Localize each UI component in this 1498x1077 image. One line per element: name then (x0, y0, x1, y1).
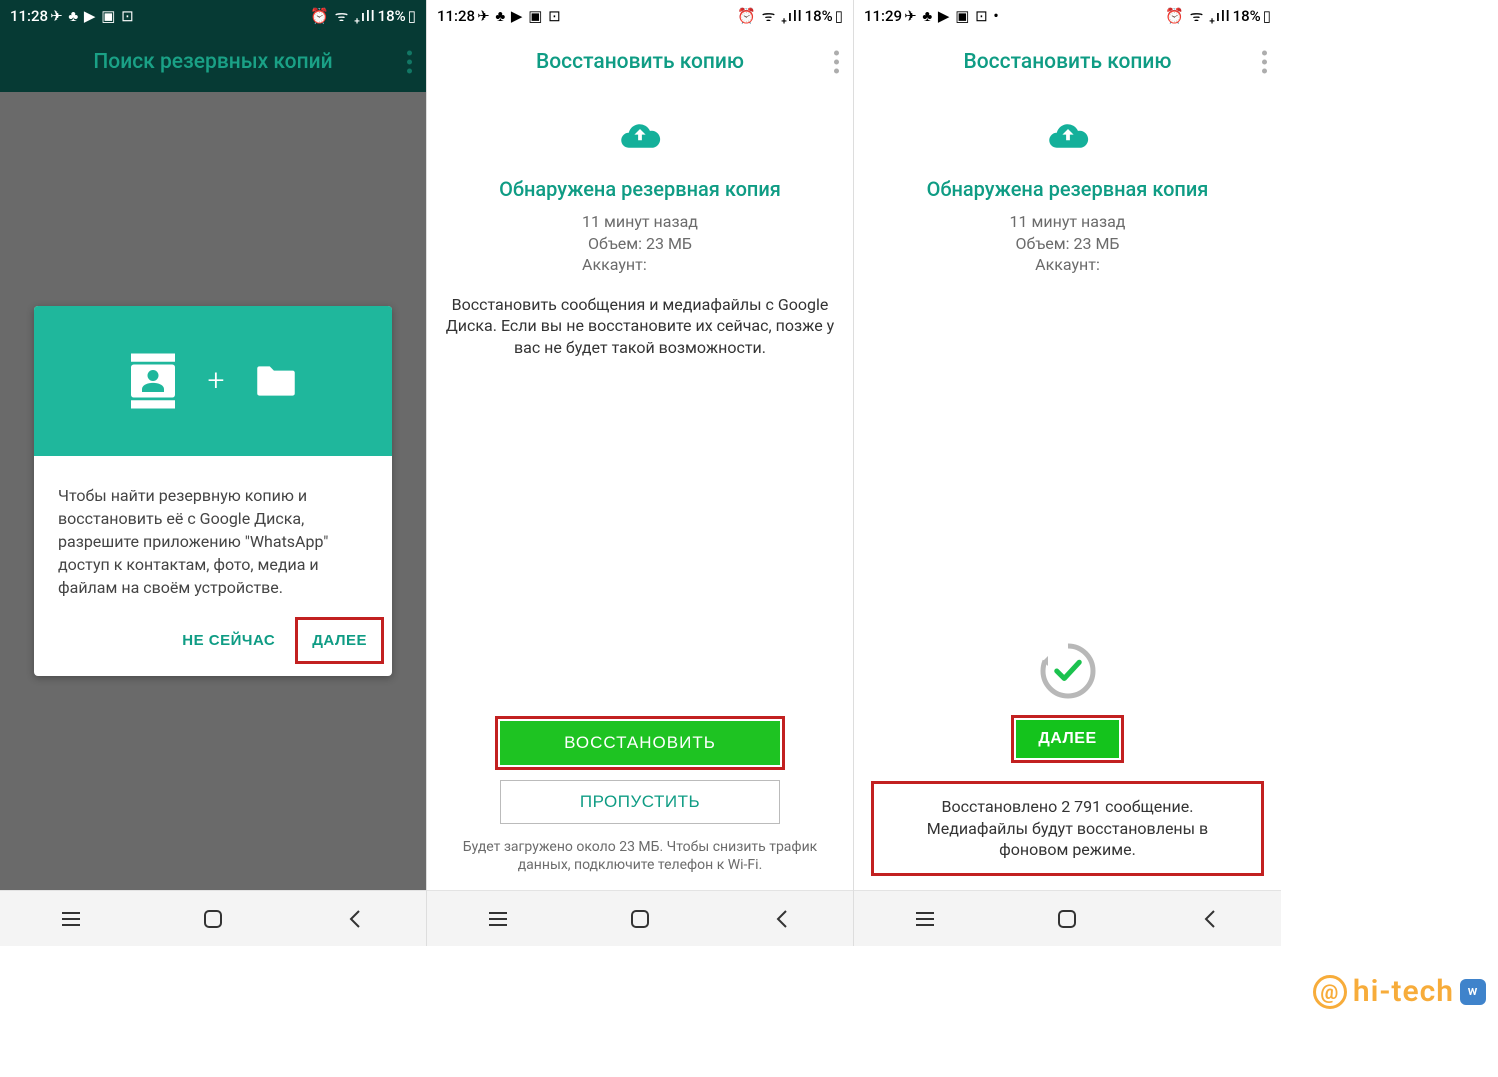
backup-meta: 11 минут назад Объем: 23 МБ Аккаунт: (1010, 211, 1126, 276)
screenshot-1: 11:28 ✈ ♣ ▶ ▣ ⊡ ⏰ ᯤ ₊ıll 18% ▯ Поиск рез… (0, 0, 427, 946)
watermark-vk-icon: w (1460, 979, 1486, 1005)
status-sys-icons: ⏰ ᯤ ₊ıll (737, 6, 802, 26)
folder-icon (246, 356, 306, 406)
status-battery: 18% (378, 7, 406, 25)
status-app-icons: ✈ ♣ ▶ ▣ ⊡ (50, 7, 135, 25)
app-bar: Поиск резервных копий (0, 32, 426, 92)
watermark: @ hi-tech w (1313, 974, 1486, 1009)
status-sys-icons: ⏰ ᯤ ₊ıll (310, 6, 375, 26)
backup-account: Аккаунт: (1010, 254, 1126, 276)
android-nav-bar (854, 890, 1281, 946)
status-app-icons: ✈ ♣ ▶ ▣ ⊡ • (904, 7, 1000, 25)
data-usage-note: Будет загружено около 23 МБ. Чтобы снизи… (427, 838, 853, 890)
backup-size: Объем: 23 МБ (582, 233, 698, 255)
restore-description: Восстановить сообщения и медиафайлы с Go… (427, 294, 853, 359)
battery-icon: ▯ (1263, 7, 1271, 25)
watermark-at-icon: @ (1313, 975, 1347, 1009)
more-options-icon[interactable] (834, 51, 839, 74)
backup-size: Объем: 23 МБ (1010, 233, 1126, 255)
android-nav-bar (0, 890, 426, 946)
watermark-text: hi-tech (1353, 974, 1454, 1009)
app-bar-title: Восстановить копию (536, 50, 744, 74)
backup-time: 11 минут назад (582, 211, 698, 233)
recent-apps-button[interactable] (481, 908, 515, 930)
status-bar: 11:28 ✈ ♣ ▶ ▣ ⊡ ⏰ ᯤ ₊ıll 18% ▯ (0, 0, 426, 32)
backup-meta: 11 минут назад Объем: 23 МБ Аккаунт: (582, 211, 698, 276)
highlight-box-result: Восстановлено 2 791 сообщение. Медиафайл… (871, 781, 1264, 876)
more-options-icon[interactable] (1262, 51, 1267, 74)
status-app-icons: ✈ ♣ ▶ ▣ ⊡ (477, 7, 562, 25)
home-button[interactable] (1050, 908, 1084, 930)
status-battery: 18% (1233, 7, 1261, 25)
recent-apps-button[interactable] (908, 908, 942, 930)
back-button[interactable] (765, 908, 799, 930)
screen-body: + Чтобы найти резервную копию и восстано… (0, 92, 426, 890)
backup-time: 11 минут назад (1010, 211, 1126, 233)
backup-found-headline: Обнаружена резервная копия (499, 177, 781, 201)
home-button[interactable] (623, 908, 657, 930)
next-button[interactable]: ДАЛЕЕ (300, 622, 379, 659)
status-time: 11:29 (864, 7, 902, 25)
status-bar: 11:28 ✈ ♣ ▶ ▣ ⊡ ⏰ ᯤ ₊ıll 18% ▯ (427, 0, 853, 32)
status-battery: 18% (805, 7, 833, 25)
next-button[interactable]: ДАЛЕЕ (1016, 720, 1118, 758)
card-illustration: + (34, 306, 392, 456)
cloud-upload-icon (1038, 114, 1098, 159)
home-button[interactable] (196, 908, 230, 930)
screen-body: Обнаружена резервная копия 11 минут наза… (427, 92, 853, 890)
contacts-icon (120, 348, 186, 414)
status-bar: 11:29 ✈ ♣ ▶ ▣ ⊡ • ⏰ ᯤ ₊ıll 18% ▯ (854, 0, 1281, 32)
restore-result: Восстановлено 2 791 сообщение. Медиафайл… (876, 786, 1259, 871)
status-sys-icons: ⏰ ᯤ ₊ıll (1165, 6, 1230, 26)
restore-button[interactable]: ВОССТАНОВИТЬ (500, 721, 780, 765)
success-check-icon (1038, 641, 1098, 701)
skip-button[interactable]: ПРОПУСТИТЬ (500, 780, 780, 824)
highlight-box: ДАЛЕЕ (1011, 715, 1123, 763)
not-now-button[interactable]: НЕ СЕЙЧАС (170, 617, 287, 664)
screenshot-3: 11:29 ✈ ♣ ▶ ▣ ⊡ • ⏰ ᯤ ₊ıll 18% ▯ Восстан… (854, 0, 1281, 946)
back-button[interactable] (1193, 908, 1227, 930)
status-time: 11:28 (437, 7, 475, 25)
app-bar-title: Поиск резервных копий (93, 50, 332, 74)
card-message: Чтобы найти резервную копию и восстанови… (34, 456, 392, 618)
highlight-box: ДАЛЕЕ (295, 617, 384, 664)
plus-icon: + (208, 363, 225, 398)
recent-apps-button[interactable] (54, 908, 88, 930)
battery-icon: ▯ (835, 7, 843, 25)
app-bar-title: Восстановить копию (964, 50, 1172, 74)
highlight-box: ВОССТАНОВИТЬ (495, 716, 785, 770)
battery-icon: ▯ (408, 7, 416, 25)
status-time: 11:28 (10, 7, 48, 25)
screen-body: Обнаружена резервная копия 11 минут наза… (854, 92, 1281, 890)
back-button[interactable] (338, 908, 372, 930)
screenshot-2: 11:28 ✈ ♣ ▶ ▣ ⊡ ⏰ ᯤ ₊ıll 18% ▯ Восстанов… (427, 0, 854, 946)
backup-found-headline: Обнаружена резервная копия (927, 177, 1209, 201)
android-nav-bar (427, 890, 853, 946)
app-bar: Восстановить копию (854, 32, 1281, 92)
more-options-icon[interactable] (407, 51, 412, 74)
cloud-upload-icon (610, 114, 670, 159)
app-bar: Восстановить копию (427, 32, 853, 92)
permission-card: + Чтобы найти резервную копию и восстано… (34, 306, 392, 677)
backup-account: Аккаунт: (582, 254, 698, 276)
